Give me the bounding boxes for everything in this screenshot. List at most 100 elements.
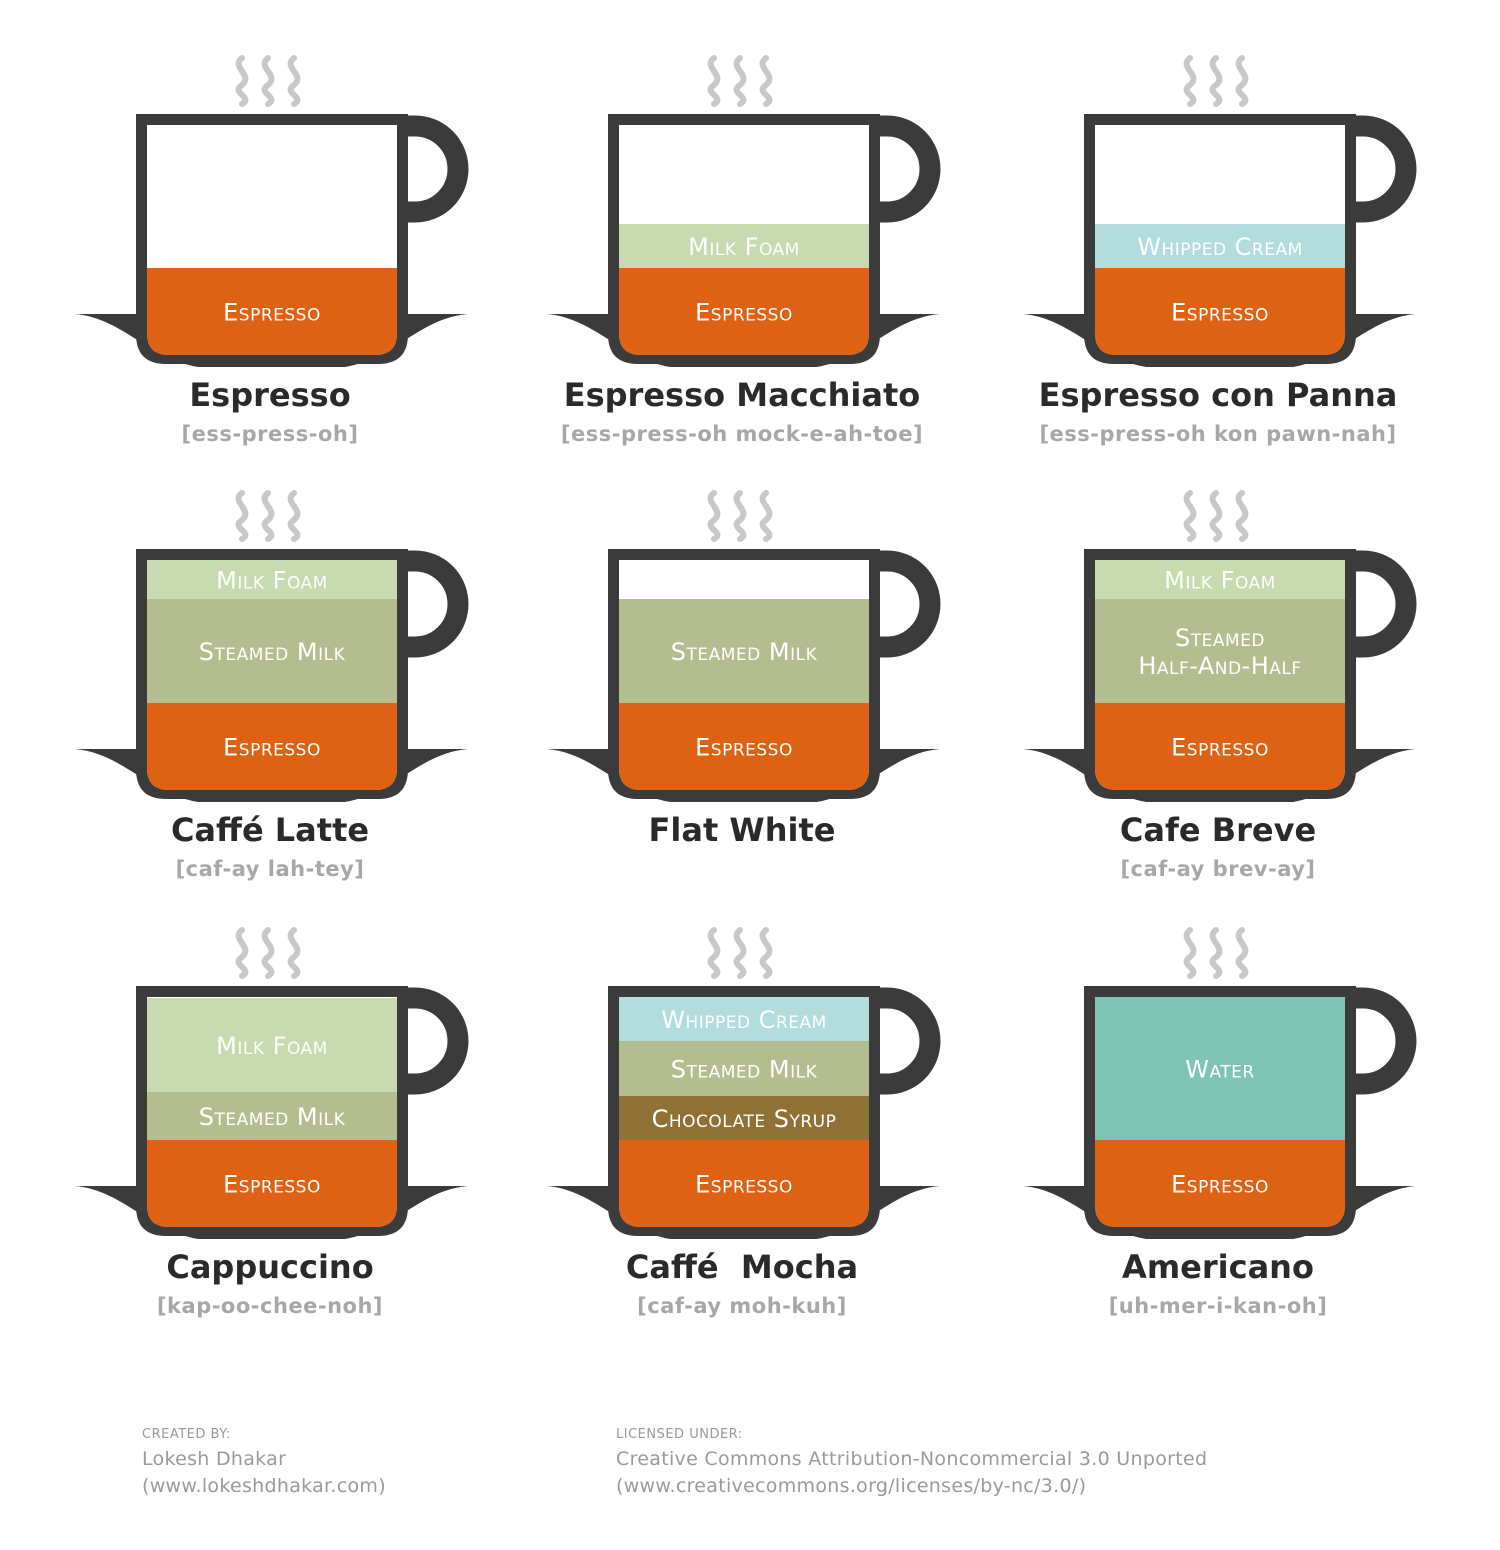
steam-wave [759, 55, 773, 107]
drink-pronunciation: [ess-press-oh mock-e-ah-toe] [560, 422, 924, 446]
layer-label-milk-foam: Milk Foam [216, 1032, 328, 1060]
drink-layers: Espresso Steamed Half-And-Half Milk Foam [1095, 560, 1345, 790]
steam-wave [261, 490, 275, 542]
cup-handle [405, 115, 469, 223]
drink-layers: Espresso Steamed Milk Milk Foam [147, 998, 397, 1227]
drink-pronunciation: [ess-press-oh] [181, 422, 359, 446]
drink-layers: Espresso Water [1095, 997, 1345, 1227]
steam-wave [707, 490, 721, 542]
steam-wave [1183, 490, 1197, 542]
license-block: LICENSED UNDER: Creative Commons Attribu… [616, 1424, 1207, 1500]
cup-handle [1353, 550, 1417, 658]
drink-name: Espresso [189, 376, 351, 414]
steam-wave [733, 490, 747, 542]
steam-icon [707, 927, 773, 979]
cup-illustration: Espresso Steamed Milk Milk Foam [75, 927, 469, 1239]
steam-icon [707, 55, 773, 107]
drink-card-espresso-macchiato: Espresso Milk Foam Espresso Macchiato [ess-… [472, 50, 1012, 510]
drink-card-americano: Espresso Water Americano [uh-mer-i-kan-oh] [948, 922, 1488, 1382]
cup-illustration: Espresso [75, 55, 469, 367]
cup-illustration: Espresso Steamed Half-And-Half Milk Foam [1023, 490, 1417, 802]
steam-wave [1209, 927, 1223, 979]
cup-handle [405, 550, 469, 658]
steam-wave [759, 927, 773, 979]
drink-card-caff-latte: Espresso Steamed Milk Milk Foam Caffé Latte… [0, 485, 540, 945]
layer-label-espresso: Espresso [223, 734, 321, 762]
layer-label-water: Water [1185, 1056, 1254, 1084]
steam-icon [707, 490, 773, 542]
drink-name: Cafe Breve [1119, 811, 1317, 849]
layer-label-steamed-milk: Steamed Milk [199, 1103, 346, 1131]
created-by-block: CREATED BY: Lokesh Dhakar (www.lokeshdha… [142, 1424, 386, 1500]
cup-illustration: Espresso Whipped Cream [1023, 55, 1417, 367]
cup-illustration: Espresso Chocolate Syrup Steamed Milk Whipp… [547, 927, 941, 1239]
drink-layers: Espresso [147, 268, 397, 355]
cup-handle [1353, 115, 1417, 223]
layer-label-espresso: Espresso [695, 734, 793, 762]
cup-handle [877, 550, 941, 658]
cup-illustration: Espresso Steamed Milk [547, 490, 941, 802]
drink-name: Espresso Macchiato [563, 376, 921, 414]
layer-label-steamed-milk: Steamed Milk [671, 1056, 818, 1084]
layer-label-espresso: Espresso [1171, 299, 1269, 327]
steam-icon [235, 490, 301, 542]
layer-label-espresso: Espresso [1171, 734, 1269, 762]
layer-label-steamed-milk: Steamed Milk [199, 638, 346, 666]
drink-name: Cappuccino [166, 1248, 374, 1286]
layer-label-espresso: Espresso [1171, 1171, 1269, 1199]
cup-illustration: Espresso Milk Foam [547, 55, 941, 367]
layer-label-milk-foam: Milk Foam [216, 567, 328, 595]
steam-wave [261, 55, 275, 107]
drink-card-espresso: Espresso Espresso [ess-press-oh] [0, 50, 540, 510]
layer-label-whipped-cream: Whipped Cream [661, 1006, 827, 1034]
cup-illustration: Espresso Steamed Milk Milk Foam [75, 490, 469, 802]
layer-label-espresso: Espresso [695, 299, 793, 327]
license-url: (www.creativecommons.org/licenses/by-nc/… [616, 1475, 1087, 1497]
steam-icon [1183, 55, 1249, 107]
drink-card-cafe-breve: Espresso Steamed Half-And-Half Milk Foam Caf… [948, 485, 1488, 945]
steam-wave [1235, 927, 1249, 979]
steam-wave [235, 927, 249, 979]
author-name: Lokesh Dhakar [142, 1448, 287, 1470]
steam-wave [235, 55, 249, 107]
drink-name: Caffé Latte [170, 811, 370, 849]
layer-label-line: Half-And-Half [1138, 652, 1301, 680]
drink-layers: Espresso Whipped Cream [1095, 224, 1345, 355]
coffee-drinks-diagram: Espresso Espresso [ess-press-oh] Espresso Mi… [0, 0, 1500, 1550]
cup-handle [877, 987, 941, 1095]
drink-card-flat-white: Espresso Steamed Milk Flat White [472, 485, 1012, 945]
steam-wave [759, 490, 773, 542]
drink-pronunciation: [uh-mer-i-kan-oh] [1108, 1294, 1328, 1318]
steam-wave [1209, 55, 1223, 107]
layer-label-espresso: Espresso [223, 299, 321, 327]
steam-wave [287, 927, 301, 979]
steam-wave [1183, 927, 1197, 979]
drink-card-caff-mocha: Espresso Chocolate Syrup Steamed Milk Whipp… [472, 922, 1012, 1382]
layer-label-espresso: Espresso [695, 1171, 793, 1199]
steam-wave [287, 55, 301, 107]
layer-label-line: Steamed [1175, 624, 1265, 652]
drink-pronunciation: [ess-press-oh kon pawn-nah] [1039, 422, 1397, 446]
steam-icon [235, 927, 301, 979]
cup-handle [1353, 987, 1417, 1095]
author-url: (www.lokeshdhakar.com) [142, 1475, 386, 1497]
license-name: Creative Commons Attribution-Noncommerci… [616, 1448, 1208, 1470]
steam-wave [261, 927, 275, 979]
steam-wave [707, 55, 721, 107]
steam-wave [1235, 490, 1249, 542]
drink-name: Caffé Mocha [625, 1248, 859, 1286]
steam-wave [733, 927, 747, 979]
drink-name: Americano [1122, 1248, 1314, 1286]
drink-pronunciation: [caf-ay lah-tey] [175, 857, 365, 881]
steam-icon [235, 55, 301, 107]
drink-card-cappuccino: Espresso Steamed Milk Milk Foam Cappuccino [… [0, 922, 540, 1382]
drink-card-espresso-con-panna: Espresso Whipped Cream Espresso con Panna [… [948, 50, 1488, 510]
drink-layers: Espresso Chocolate Syrup Steamed Milk Whipp… [619, 997, 869, 1227]
drink-pronunciation: [caf-ay brev-ay] [1120, 857, 1316, 881]
steam-wave [1209, 490, 1223, 542]
created-by-caption: CREATED BY: [142, 1427, 231, 1442]
drink-layers: Espresso Steamed Milk [619, 599, 869, 790]
drink-name: Espresso con Panna [1038, 376, 1398, 414]
steam-wave [287, 490, 301, 542]
drink-name: Flat White [648, 811, 836, 849]
